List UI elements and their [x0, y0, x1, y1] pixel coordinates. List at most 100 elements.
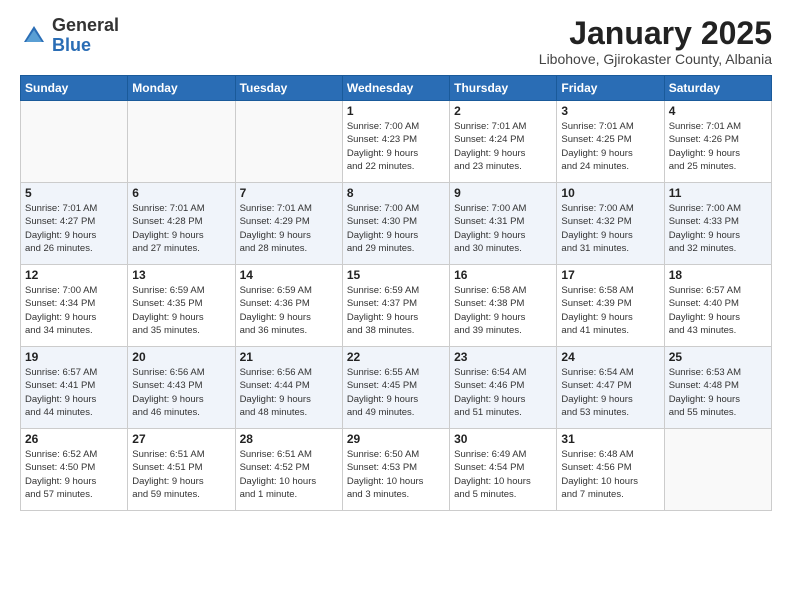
- day-cell: 25 Sunrise: 6:53 AM Sunset: 4:48 PM Dayli…: [664, 347, 771, 429]
- weekday-header-friday: Friday: [557, 76, 664, 101]
- day-info: Sunrise: 7:01 AM Sunset: 4:29 PM Dayligh…: [240, 202, 338, 255]
- day-info: Sunrise: 7:00 AM Sunset: 4:30 PM Dayligh…: [347, 202, 445, 255]
- day-info: Sunrise: 6:59 AM Sunset: 4:37 PM Dayligh…: [347, 284, 445, 337]
- day-cell: 12 Sunrise: 7:00 AM Sunset: 4:34 PM Dayli…: [21, 265, 128, 347]
- day-cell: 21 Sunrise: 6:56 AM Sunset: 4:44 PM Dayli…: [235, 347, 342, 429]
- day-info: Sunrise: 7:00 AM Sunset: 4:31 PM Dayligh…: [454, 202, 552, 255]
- day-cell: 13Sunrise: 6:59 AM Sunset: 4:35 PM Dayli…: [128, 265, 235, 347]
- weekday-header-wednesday: Wednesday: [342, 76, 449, 101]
- day-number: 12: [25, 268, 123, 282]
- day-cell: 15 Sunrise: 6:59 AM Sunset: 4:37 PM Dayli…: [342, 265, 449, 347]
- day-number: 21: [240, 350, 338, 364]
- day-cell: 3Sunrise: 7:01 AM Sunset: 4:25 PM Daylig…: [557, 101, 664, 183]
- day-info: Sunrise: 6:50 AM Sunset: 4:53 PM Dayligh…: [347, 448, 445, 501]
- day-info: Sunrise: 7:01 AM Sunset: 4:27 PM Dayligh…: [25, 202, 123, 255]
- day-info: Sunrise: 7:00 AM Sunset: 4:33 PM Dayligh…: [669, 202, 767, 255]
- week-row-5: 26 Sunrise: 6:52 AM Sunset: 4:50 PM Dayli…: [21, 429, 772, 511]
- day-cell: 27Sunrise: 6:51 AM Sunset: 4:51 PM Dayli…: [128, 429, 235, 511]
- week-row-1: 1 Sunrise: 7:00 AM Sunset: 4:23 PM Daylig…: [21, 101, 772, 183]
- day-number: 25: [669, 350, 767, 364]
- day-number: 30: [454, 432, 552, 446]
- day-cell: 14Sunrise: 6:59 AM Sunset: 4:36 PM Dayli…: [235, 265, 342, 347]
- day-cell: 17Sunrise: 6:58 AM Sunset: 4:39 PM Dayli…: [557, 265, 664, 347]
- day-info: Sunrise: 6:49 AM Sunset: 4:54 PM Dayligh…: [454, 448, 552, 501]
- day-cell: 9 Sunrise: 7:00 AM Sunset: 4:31 PM Daylig…: [450, 183, 557, 265]
- day-number: 9: [454, 186, 552, 200]
- day-cell: 11 Sunrise: 7:00 AM Sunset: 4:33 PM Dayli…: [664, 183, 771, 265]
- day-cell: 5 Sunrise: 7:01 AM Sunset: 4:27 PM Daylig…: [21, 183, 128, 265]
- day-cell: 23 Sunrise: 6:54 AM Sunset: 4:46 PM Dayli…: [450, 347, 557, 429]
- day-info: Sunrise: 6:52 AM Sunset: 4:50 PM Dayligh…: [25, 448, 123, 501]
- day-cell: 1 Sunrise: 7:00 AM Sunset: 4:23 PM Daylig…: [342, 101, 449, 183]
- day-info: Sunrise: 6:55 AM Sunset: 4:45 PM Dayligh…: [347, 366, 445, 419]
- logo-blue: Blue: [52, 35, 91, 55]
- day-info: Sunrise: 6:56 AM Sunset: 4:43 PM Dayligh…: [132, 366, 230, 419]
- day-number: 5: [25, 186, 123, 200]
- day-number: 24: [561, 350, 659, 364]
- day-number: 17: [561, 268, 659, 282]
- day-cell: 18Sunrise: 6:57 AM Sunset: 4:40 PM Dayli…: [664, 265, 771, 347]
- week-row-2: 5 Sunrise: 7:01 AM Sunset: 4:27 PM Daylig…: [21, 183, 772, 265]
- day-number: 2: [454, 104, 552, 118]
- day-info: Sunrise: 7:00 AM Sunset: 4:32 PM Dayligh…: [561, 202, 659, 255]
- day-number: 15: [347, 268, 445, 282]
- day-number: 18: [669, 268, 767, 282]
- day-info: Sunrise: 7:01 AM Sunset: 4:24 PM Dayligh…: [454, 120, 552, 173]
- day-cell: 7 Sunrise: 7:01 AM Sunset: 4:29 PM Daylig…: [235, 183, 342, 265]
- day-number: 26: [25, 432, 123, 446]
- day-info: Sunrise: 7:01 AM Sunset: 4:26 PM Dayligh…: [669, 120, 767, 173]
- day-info: Sunrise: 7:00 AM Sunset: 4:34 PM Dayligh…: [25, 284, 123, 337]
- day-cell: 31 Sunrise: 6:48 AM Sunset: 4:56 PM Dayli…: [557, 429, 664, 511]
- day-cell: 30 Sunrise: 6:49 AM Sunset: 4:54 PM Dayli…: [450, 429, 557, 511]
- day-info: Sunrise: 6:54 AM Sunset: 4:47 PM Dayligh…: [561, 366, 659, 419]
- day-cell: 28 Sunrise: 6:51 AM Sunset: 4:52 PM Dayli…: [235, 429, 342, 511]
- logo-text: General Blue: [52, 16, 119, 56]
- logo-icon: [20, 22, 48, 50]
- page: General Blue January 2025 Libohove, Gjir…: [0, 0, 792, 521]
- day-number: 28: [240, 432, 338, 446]
- day-cell: 4 Sunrise: 7:01 AM Sunset: 4:26 PM Daylig…: [664, 101, 771, 183]
- day-info: Sunrise: 6:51 AM Sunset: 4:52 PM Dayligh…: [240, 448, 338, 501]
- day-cell: 22Sunrise: 6:55 AM Sunset: 4:45 PM Dayli…: [342, 347, 449, 429]
- day-number: 6: [132, 186, 230, 200]
- logo: General Blue: [20, 16, 119, 56]
- weekday-header-thursday: Thursday: [450, 76, 557, 101]
- header: General Blue January 2025 Libohove, Gjir…: [20, 16, 772, 67]
- title-block: January 2025 Libohove, Gjirokaster Count…: [539, 16, 772, 67]
- day-info: Sunrise: 6:54 AM Sunset: 4:46 PM Dayligh…: [454, 366, 552, 419]
- day-cell: 26 Sunrise: 6:52 AM Sunset: 4:50 PM Dayli…: [21, 429, 128, 511]
- subtitle: Libohove, Gjirokaster County, Albania: [539, 51, 772, 67]
- day-info: Sunrise: 6:59 AM Sunset: 4:36 PM Dayligh…: [240, 284, 338, 337]
- day-info: Sunrise: 6:56 AM Sunset: 4:44 PM Dayligh…: [240, 366, 338, 419]
- day-number: 29: [347, 432, 445, 446]
- weekday-header-row: SundayMondayTuesdayWednesdayThursdayFrid…: [21, 76, 772, 101]
- day-number: 23: [454, 350, 552, 364]
- day-number: 1: [347, 104, 445, 118]
- day-number: 8: [347, 186, 445, 200]
- day-info: Sunrise: 6:48 AM Sunset: 4:56 PM Dayligh…: [561, 448, 659, 501]
- day-info: Sunrise: 6:59 AM Sunset: 4:35 PM Dayligh…: [132, 284, 230, 337]
- day-cell: [235, 101, 342, 183]
- day-number: 4: [669, 104, 767, 118]
- logo-general: General: [52, 15, 119, 35]
- day-number: 31: [561, 432, 659, 446]
- day-info: Sunrise: 6:53 AM Sunset: 4:48 PM Dayligh…: [669, 366, 767, 419]
- day-cell: 20 Sunrise: 6:56 AM Sunset: 4:43 PM Dayli…: [128, 347, 235, 429]
- day-cell: 6 Sunrise: 7:01 AM Sunset: 4:28 PM Daylig…: [128, 183, 235, 265]
- month-title: January 2025: [539, 16, 772, 51]
- day-cell: [21, 101, 128, 183]
- day-number: 10: [561, 186, 659, 200]
- day-cell: 8 Sunrise: 7:00 AM Sunset: 4:30 PM Daylig…: [342, 183, 449, 265]
- calendar: SundayMondayTuesdayWednesdayThursdayFrid…: [20, 75, 772, 511]
- day-info: Sunrise: 7:00 AM Sunset: 4:23 PM Dayligh…: [347, 120, 445, 173]
- weekday-header-saturday: Saturday: [664, 76, 771, 101]
- week-row-3: 12 Sunrise: 7:00 AM Sunset: 4:34 PM Dayli…: [21, 265, 772, 347]
- day-cell: 24 Sunrise: 6:54 AM Sunset: 4:47 PM Dayli…: [557, 347, 664, 429]
- day-number: 7: [240, 186, 338, 200]
- day-cell: [664, 429, 771, 511]
- week-row-4: 19Sunrise: 6:57 AM Sunset: 4:41 PM Dayli…: [21, 347, 772, 429]
- day-number: 20: [132, 350, 230, 364]
- day-cell: [128, 101, 235, 183]
- day-info: Sunrise: 7:01 AM Sunset: 4:28 PM Dayligh…: [132, 202, 230, 255]
- day-number: 11: [669, 186, 767, 200]
